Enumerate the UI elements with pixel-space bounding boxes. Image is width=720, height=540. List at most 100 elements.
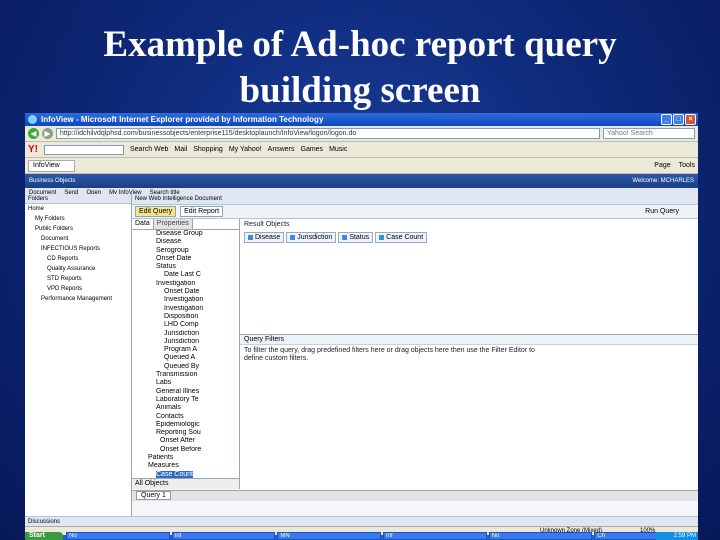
forward-icon[interactable]: ▶ — [42, 128, 53, 139]
folder-performance-management[interactable]: Performance Management — [25, 294, 131, 304]
universe-object[interactable]: LHD Comp — [132, 321, 239, 329]
result-object[interactable]: Case Count — [375, 232, 428, 243]
universe-object[interactable]: Onset After — [132, 437, 239, 445]
yahoo-answers[interactable]: Answers — [268, 146, 295, 153]
universe-object[interactable]: Animals — [132, 404, 239, 412]
browser-screenshot: InfoView - Microsoft Internet Explorer p… — [25, 113, 698, 540]
folder-tree: Home My Folders Public Folders Document … — [25, 204, 131, 304]
yahoo-toolbar-search[interactable] — [44, 144, 124, 155]
page-menu[interactable]: Page — [654, 162, 670, 169]
discussions-bar[interactable]: Discussions — [25, 516, 698, 526]
universe-object[interactable]: Laboratory Te — [132, 396, 239, 404]
taskbar-item[interactable]: No — [488, 532, 593, 540]
universe-object[interactable]: Disease Group — [132, 230, 239, 238]
folder-std-reports[interactable]: STD Reports — [25, 274, 131, 284]
universe-object[interactable]: Disposition — [132, 313, 239, 321]
universe-object[interactable]: General Illnes — [132, 388, 239, 396]
yahoo-search-input[interactable]: Yahoo! Search — [603, 128, 695, 139]
business-objects-logo: Business Objects — [29, 178, 76, 184]
webi-toolbar: Edit Query Edit Report Run Query — [132, 205, 698, 219]
tab-data[interactable]: Data — [132, 219, 154, 229]
result-object[interactable]: Jurisdiction — [286, 232, 337, 243]
folder-home[interactable]: Home — [25, 204, 131, 214]
yahoo-mail[interactable]: Mail — [174, 146, 187, 153]
address-bar[interactable]: http://idchilvdqlphsd.com/businessobject… — [56, 128, 600, 139]
tools-menu[interactable]: Tools — [679, 162, 695, 169]
folder-public-folders[interactable]: Public Folders — [25, 224, 131, 234]
universe-object[interactable]: Serogroup — [132, 247, 239, 255]
system-clock: 2:59 PM — [656, 532, 698, 540]
slide-title: Example of Ad-hoc report query building … — [0, 22, 720, 114]
infoview-header: Business Objects Welcome: MCHARLES — [25, 174, 698, 188]
result-object[interactable]: Disease — [244, 232, 285, 243]
back-icon[interactable]: ◀ — [28, 128, 39, 139]
universe-object[interactable]: Patients — [132, 454, 239, 462]
universe-object[interactable]: Disease — [132, 238, 239, 246]
yahoo-shopping[interactable]: Shopping — [193, 146, 223, 153]
universe-object[interactable]: Program A — [132, 346, 239, 354]
yahoo-music[interactable]: Music — [329, 146, 347, 153]
start-button[interactable]: Start — [25, 532, 63, 540]
tab-edit-query[interactable]: Edit Query — [135, 206, 177, 217]
minimize-icon[interactable]: _ — [661, 114, 672, 125]
webi-pane: New Web Intelligence Document Edit Query… — [132, 194, 698, 516]
folders-header: Folders — [25, 194, 131, 204]
window-title: InfoView - Microsoft Internet Explorer p… — [41, 115, 324, 124]
universe-object[interactable]: Measures — [132, 462, 239, 470]
slide-title-line1: Example of Ad-hoc report query — [103, 24, 617, 65]
universe-object[interactable]: Jurisdiction — [132, 330, 239, 338]
universe-object[interactable]: Status — [132, 263, 239, 271]
query-filters-panel: Query Filters To filter the query, drag … — [240, 334, 698, 489]
folder-quality-assurance[interactable]: Quality Assurance — [25, 264, 131, 274]
taskbar-item[interactable]: No — [66, 532, 170, 540]
taskbar-item[interactable]: MN — [277, 532, 382, 540]
taskbar-item[interactable]: Inf — [171, 532, 276, 540]
browser-tab-row: InfoView Page Tools — [25, 158, 698, 174]
query-filters-help: To filter the query, drag predefined fil… — [244, 347, 535, 362]
tab-query-1[interactable]: Query 1 — [136, 491, 171, 500]
main-area: Folders Home My Folders Public Folders D… — [25, 194, 698, 516]
folder-vpd-reports[interactable]: VPD Reports — [25, 284, 131, 294]
universe-object[interactable]: Onset Date — [132, 288, 239, 296]
universe-object[interactable]: Onset Date — [132, 255, 239, 263]
yahoo-search-web[interactable]: Search Web — [130, 146, 168, 153]
address-row: ◀ ▶ http://idchilvdqlphsd.com/businessob… — [25, 126, 698, 142]
folder-my-folders[interactable]: My Folders — [25, 214, 131, 224]
query-filters-header: Query Filters — [240, 335, 698, 345]
universe-object[interactable]: Queued By — [132, 363, 239, 371]
yahoo-my-yahoo[interactable]: My Yahoo! — [229, 146, 262, 153]
tab-edit-report[interactable]: Edit Report — [180, 206, 224, 217]
universe-object[interactable]: Transmission — [132, 371, 239, 379]
universe-object[interactable]: Investigation — [132, 296, 239, 304]
run-query-button[interactable]: Run Query — [645, 208, 695, 215]
universe-object[interactable]: Onset Before — [132, 446, 239, 454]
universe-object[interactable]: Date Last C — [132, 271, 239, 279]
close-icon[interactable]: × — [685, 114, 696, 125]
ie-icon — [28, 115, 37, 124]
universe-object[interactable]: Investigation — [132, 305, 239, 313]
data-panel: Data Properties Disease Group Disease Sero… — [132, 219, 240, 489]
folder-document[interactable]: Document — [25, 234, 131, 244]
maximize-icon[interactable]: □ — [673, 114, 684, 125]
taskbar-item[interactable]: Inf — [383, 532, 487, 540]
tab-properties[interactable]: Properties — [153, 219, 193, 229]
yahoo-logo-icon[interactable]: Y! — [28, 144, 38, 155]
slide-title-line2: building screen — [239, 70, 481, 111]
webi-doc-title: New Web Intelligence Document — [132, 194, 698, 205]
universe-object[interactable]: Contacts — [132, 413, 239, 421]
folder-cd-reports[interactable]: CD Reports — [25, 254, 131, 264]
universe-object[interactable]: Jurisdiction — [132, 338, 239, 346]
query-tab-bar: Query 1 — [132, 490, 698, 501]
universe-object[interactable]: Labs — [132, 379, 239, 387]
result-object[interactable]: Status — [338, 232, 374, 243]
yahoo-toolbar: Y! Search Web Mail Shopping My Yahoo! An… — [25, 142, 698, 158]
universe-object[interactable]: Reporting Sou — [132, 429, 239, 437]
universe-object[interactable]: Investigation — [132, 280, 239, 288]
universe-object[interactable]: Queued A — [132, 354, 239, 362]
folder-infectious-reports[interactable]: INFECTIOUS Reports — [25, 244, 131, 254]
tab-infoview[interactable]: InfoView — [28, 159, 75, 172]
folders-pane: Folders Home My Folders Public Folders D… — [25, 194, 132, 516]
yahoo-games[interactable]: Games — [301, 146, 324, 153]
universe-object[interactable]: Epidemiologic — [132, 421, 239, 429]
all-objects-selector[interactable]: All Objects — [132, 478, 239, 489]
